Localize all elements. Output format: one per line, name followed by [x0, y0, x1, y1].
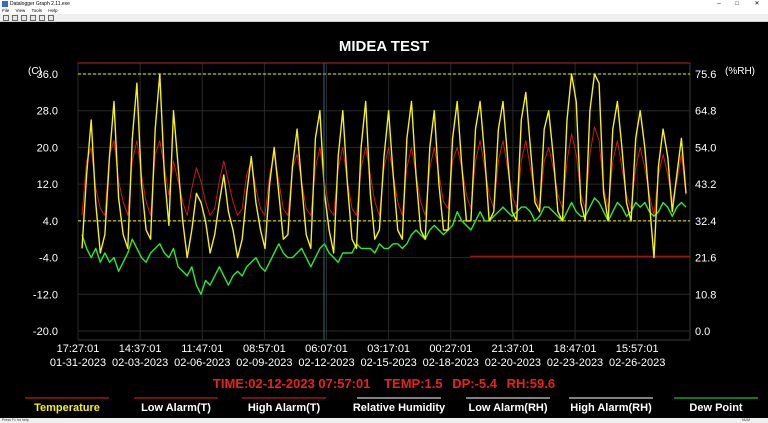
legend-item-low-alarm-t: Low Alarm(T) — [141, 402, 211, 414]
x-tick-time: 15:57:01 — [616, 343, 659, 355]
legend: Temperature Low Alarm(T) High Alarm(T) Rela… — [25, 397, 758, 414]
left-tick-label: 20.0 — [37, 142, 58, 154]
legend-item-dew-point: Dew Point — [689, 402, 743, 414]
datalogger-window: Datalogger Graph 2.11.exe – □ ✕ File Vie… — [0, 0, 768, 423]
status-num: NUM — [742, 418, 750, 422]
right-tick-label: 43.2 — [695, 179, 716, 191]
series-dew-point — [81, 197, 687, 295]
maximize-button[interactable]: □ — [730, 0, 744, 8]
x-tick-time: 06:07:01 — [305, 343, 348, 355]
left-tick-label: -20.0 — [33, 326, 58, 338]
x-tick-date: 02-09-2023 — [236, 357, 292, 369]
cursor-readout: TIME:02-12-2023 07:57:01 TEMP:1.5 DP:-5.… — [213, 376, 555, 391]
legend-item-high-alarm-rh: High Alarm(RH) — [570, 402, 652, 414]
left-tick-label: 28.0 — [37, 106, 58, 118]
chart-title: MIDEA TEST — [339, 38, 429, 55]
left-tick-label: -4.0 — [39, 253, 58, 265]
legend-item-relative-humidity: Relative Humidity — [353, 402, 446, 414]
right-tick-label: 10.8 — [695, 289, 716, 301]
minimize-button[interactable]: – — [712, 0, 726, 8]
x-tick-time: 03:17:01 — [367, 343, 410, 355]
right-tick-label: 32.4 — [695, 216, 716, 228]
right-tick-label: 54.0 — [695, 142, 716, 154]
x-tick-date: 02-23-2023 — [547, 357, 603, 369]
graph-area[interactable]: MIDEA TEST (C) (%RH) 36.0 28.0 20.0 12.0 4.0… — [0, 22, 768, 418]
window-title: Datalogger Graph 2.11.exe — [10, 1, 70, 7]
x-tick-date: 02-20-2023 — [485, 357, 541, 369]
open-icon[interactable] — [3, 15, 9, 21]
x-tick-date: 02-15-2023 — [361, 357, 417, 369]
x-tick-time: 14:37:01 — [119, 343, 162, 355]
right-tick-label: 75.6 — [695, 69, 716, 81]
x-tick-date: 02-26-2023 — [609, 357, 665, 369]
app-icon — [2, 1, 8, 7]
legend-item-low-alarm-rh: Low Alarm(RH) — [468, 402, 547, 414]
x-tick-time: 11:47:01 — [181, 343, 223, 355]
x-tick-date: 02-12-2023 — [298, 357, 354, 369]
legend-item-temperature: Temperature — [34, 402, 100, 414]
title-bar: Datalogger Graph 2.11.exe – □ ✕ — [0, 0, 768, 8]
toolbar — [0, 14, 768, 22]
x-tick-time: 18:47:01 — [554, 343, 597, 355]
copy-icon[interactable] — [21, 15, 27, 21]
left-tick-label: 4.0 — [43, 216, 58, 228]
x-tick-time: 08:57:01 — [243, 343, 286, 355]
legend-item-high-alarm-t: High Alarm(T) — [248, 402, 321, 414]
x-tick-date: 02-06-2023 — [174, 357, 230, 369]
chart-svg: MIDEA TEST (C) (%RH) 36.028.020.012.04.0… — [25, 38, 758, 414]
left-axis-ticks: 36.0 28.0 20.0 12.0 4.0 -4.0 -12.0 -20.0 — [33, 69, 58, 338]
x-tick-date: 02-18-2023 — [423, 357, 479, 369]
status-help: Press F1 for help — [2, 418, 29, 422]
print-icon[interactable] — [30, 15, 36, 21]
close-button[interactable]: ✕ — [750, 0, 764, 8]
right-tick-label: 64.8 — [695, 106, 716, 118]
right-axis-ticks: 75.6 64.8 54.0 43.2 32.4 21.6 10.8 0.0 — [695, 69, 716, 338]
x-tick-time: 00:27:01 — [429, 343, 472, 355]
left-tick-label: 36.0 — [37, 69, 58, 81]
x-axis-ticks: 17:27:01 01-31-2023 14:37:01 02-03-2023 11:4… — [50, 343, 665, 369]
zoom-icon[interactable] — [48, 15, 54, 21]
left-tick-label: -12.0 — [33, 289, 58, 301]
x-tick-date: 01-31-2023 — [50, 357, 106, 369]
status-bar: Press F1 for help NUM — [0, 418, 768, 423]
right-tick-label: 21.6 — [695, 253, 716, 265]
readout-rh: RH:59.6 — [507, 376, 555, 391]
export-icon[interactable] — [39, 15, 45, 21]
right-tick-label: 0.0 — [695, 326, 710, 338]
readout-dp: DP:-5.4 — [452, 376, 498, 391]
x-tick-date: 02-03-2023 — [112, 357, 168, 369]
left-tick-label: 12.0 — [37, 179, 58, 191]
x-tick-time: 17:27:01 — [57, 343, 100, 355]
readout-temp: TEMP:1.5 — [384, 376, 443, 391]
right-axis-label: (%RH) — [725, 66, 755, 77]
x-tick-time: 21:37:01 — [492, 343, 535, 355]
save-icon[interactable] — [12, 15, 18, 21]
readout-time: TIME:02-12-2023 07:57:01 — [213, 376, 371, 391]
